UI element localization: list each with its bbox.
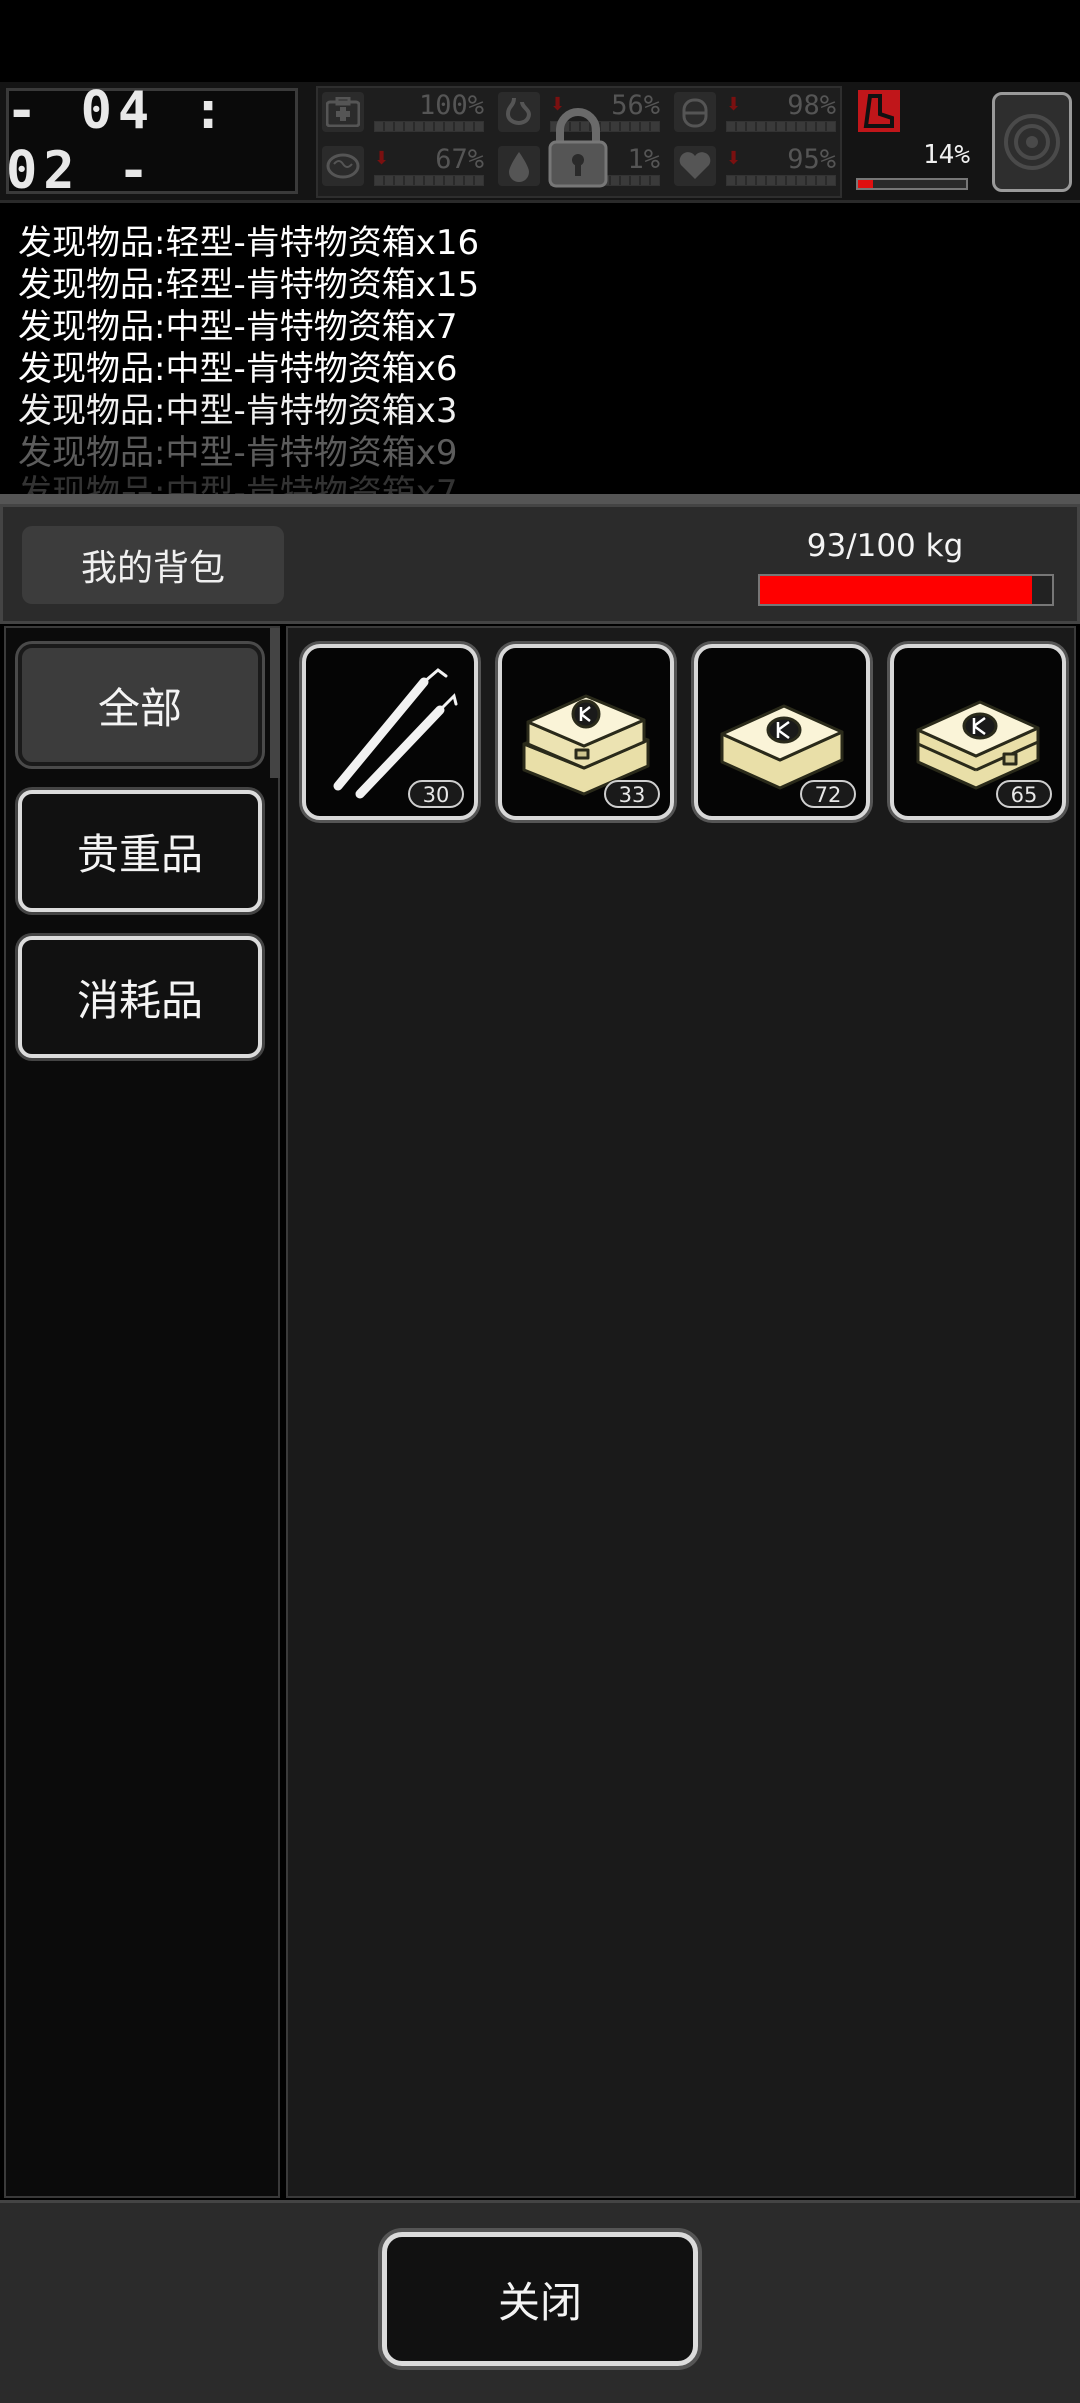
tab-valuables[interactable]: 贵重品 [18, 790, 262, 912]
log-line: 发现物品:中型-肯特物资箱x7 [18, 473, 458, 496]
log-line: 发现物品:中型-肯特物资箱x3 [18, 391, 458, 431]
down-arrow-icon: ⬇ [374, 148, 390, 169]
stamina-value: 14% [923, 140, 970, 170]
log-line: 发现物品:轻型-肯特物资箱x16 [18, 223, 480, 263]
log-line: 发现物品:轻型-肯特物资箱x15 [18, 265, 480, 305]
tab-consumables[interactable]: 消耗品 [18, 936, 262, 1058]
stat-heart-value: 95% [787, 144, 836, 175]
log-line: 发现物品:中型-肯特物资箱x9 [18, 433, 458, 473]
item-slot[interactable]: 72 [694, 644, 870, 820]
weight-bar-fill [760, 576, 1032, 604]
stomach-icon [498, 92, 540, 132]
item-count-badge: 65 [996, 780, 1052, 808]
sidebar-scrollbar[interactable] [270, 628, 280, 778]
lungs-icon [674, 92, 716, 132]
stat-health: 100% [318, 88, 490, 134]
lock-icon[interactable] [546, 106, 610, 188]
item-count-badge: 30 [408, 780, 464, 808]
down-arrow-icon: ⬇ [726, 94, 742, 115]
radar-button[interactable] [992, 92, 1072, 192]
water-drop-icon [498, 146, 540, 186]
item-slot[interactable]: 65 [890, 644, 1066, 820]
log-line: 发现物品:中型-肯特物资箱x6 [18, 349, 458, 389]
stamina-bar [856, 178, 968, 190]
discovery-log[interactable]: 发现物品:轻型-肯特物资箱x16 发现物品:轻型-肯特物资箱x15 发现物品:中… [0, 208, 1080, 496]
timer-display: - 04 : 02 - [6, 81, 230, 201]
tab-all[interactable]: 全部 [18, 644, 262, 766]
weight-bar [758, 574, 1054, 606]
stat-mind-value: 67% [435, 144, 484, 175]
weight-label: 93/100 kg [806, 528, 964, 564]
brain-icon [322, 146, 364, 186]
log-line: 发现物品:中型-肯特物资箱x7 [18, 307, 458, 347]
heart-icon [674, 146, 716, 186]
stat-hunger-value: 56% [611, 90, 660, 121]
item-grid [286, 626, 1076, 2198]
item-count-badge: 72 [800, 780, 856, 808]
medkit-icon [322, 92, 364, 132]
stamina-bar-fill [858, 180, 874, 188]
stat-health-bar [374, 121, 484, 132]
stat-mind: ⬇ 67% [318, 142, 490, 188]
item-slot[interactable]: 33 [498, 644, 674, 820]
stat-heart-bar [726, 175, 836, 186]
bag-title: 我的背包 [22, 526, 284, 604]
close-button[interactable]: 关闭 [382, 2232, 698, 2366]
stat-health-value: 100% [418, 90, 484, 121]
stat-lungs-bar [726, 121, 836, 132]
stat-thirst-value: 1% [627, 144, 660, 175]
radar-icon [1004, 114, 1060, 170]
stat-heart: ⬇ 95% [670, 142, 842, 188]
stat-lungs: ⬇ 98% [670, 88, 842, 134]
stat-mind-bar [374, 175, 484, 186]
stat-lungs-value: 98% [787, 90, 836, 121]
log-divider [0, 494, 1080, 504]
item-slot[interactable]: 30 [302, 644, 478, 820]
item-count-badge: 33 [604, 780, 660, 808]
down-arrow-icon: ⬇ [726, 148, 742, 169]
boot-icon [858, 90, 900, 132]
